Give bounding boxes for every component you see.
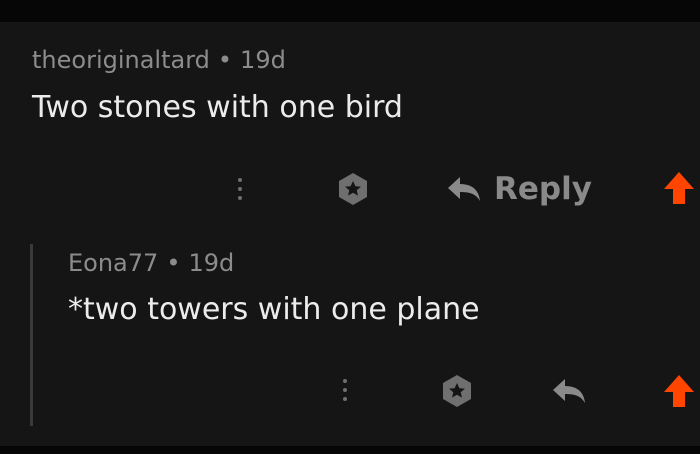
comment-author[interactable]: theoriginaltard — [32, 46, 210, 74]
upvote-arrow-icon[interactable] — [662, 170, 696, 206]
comment-meta: theoriginaltard • 19d — [32, 46, 286, 74]
reply-arrow-icon[interactable] — [551, 376, 587, 406]
award-icon[interactable] — [334, 170, 372, 208]
reply-body: *two towers with one plane — [68, 292, 480, 327]
top-bar — [0, 0, 700, 22]
upvote-arrow-icon[interactable] — [662, 373, 696, 409]
more-vertical-icon[interactable] — [230, 172, 250, 206]
comment-thread-screen: theoriginaltard • 19d Two stones with one … — [0, 0, 700, 454]
more-vertical-icon[interactable] — [335, 373, 355, 407]
reply-age: 19d — [188, 249, 235, 277]
reply-button[interactable]: Reply — [446, 168, 592, 210]
award-icon[interactable] — [438, 372, 476, 410]
thread-line[interactable] — [30, 244, 33, 426]
meta-separator: • — [217, 46, 233, 74]
meta-separator: • — [166, 249, 181, 277]
comment-body: Two stones with one bird — [32, 90, 403, 125]
bottom-bar — [0, 446, 700, 454]
comment-age: 19d — [240, 46, 286, 74]
reply-meta: Eona77 • 19d — [68, 249, 234, 277]
reply-label: Reply — [494, 171, 592, 207]
reply-author[interactable]: Eona77 — [68, 249, 158, 277]
reply-arrow-icon — [448, 177, 480, 201]
